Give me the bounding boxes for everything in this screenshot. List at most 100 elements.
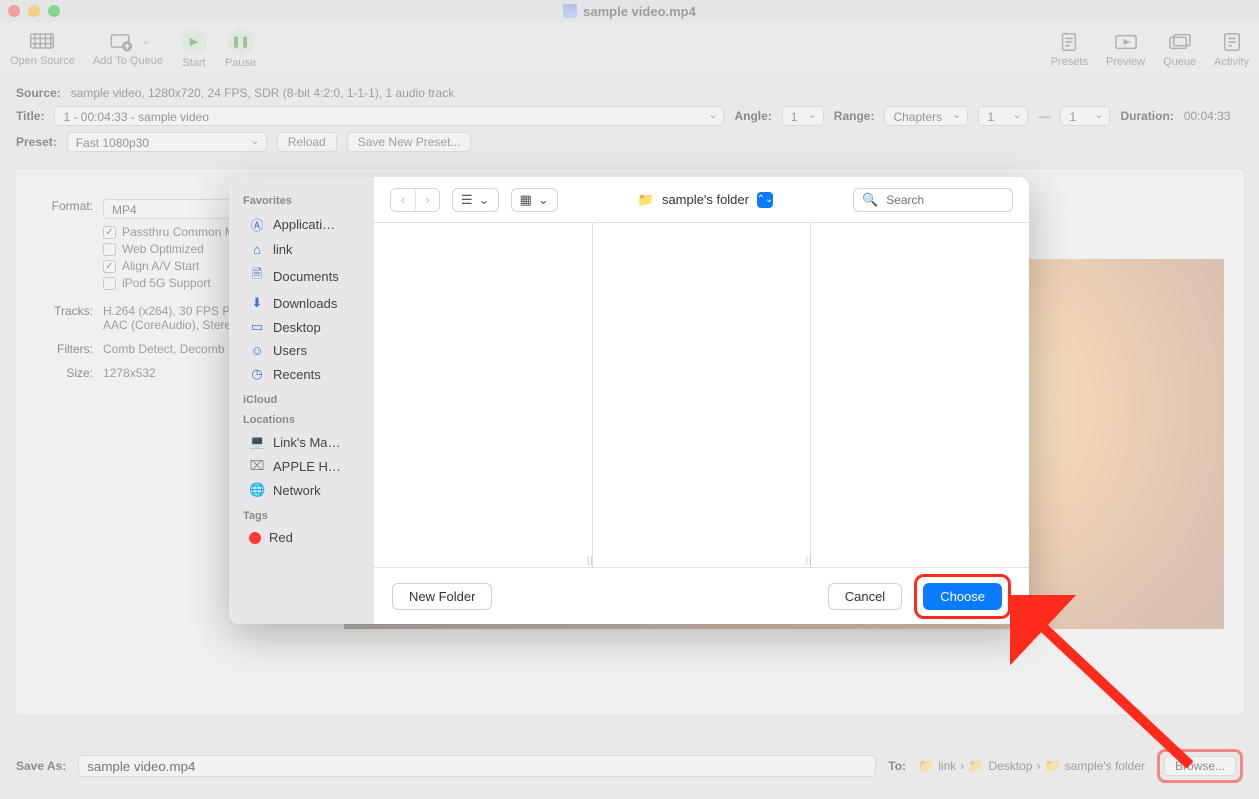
filters-value: Comb Detect, Decomb <box>103 342 224 356</box>
nav-back-button[interactable]: ‹ <box>391 189 415 211</box>
main-toolbar: Open Source ⌄ Add To Queue ▶ Start ❚❚ Pa… <box>0 22 1259 76</box>
file-column[interactable]: || <box>374 223 593 567</box>
save-preset-button[interactable]: Save New Preset... <box>347 132 472 152</box>
activity-button[interactable]: Activity <box>1214 30 1249 68</box>
file-column[interactable] <box>811 223 1029 567</box>
tracks-label: Tracks: <box>37 304 93 332</box>
desktop-icon: ▭ <box>249 319 265 335</box>
sidebar-header-tags: Tags <box>243 510 374 522</box>
sidebar-item-documents[interactable]: 🗎Documents <box>243 261 374 291</box>
chevron-down-icon: ⌄ <box>479 192 490 208</box>
cancel-button[interactable]: Cancel <box>828 583 902 610</box>
format-label: Format: <box>37 199 93 219</box>
sidebar-item-recents[interactable]: ◷Recents <box>243 362 374 386</box>
drive-icon: ⌧ <box>249 458 265 474</box>
title-label: Title: <box>16 109 44 123</box>
search-icon: 🔍 <box>862 192 878 208</box>
film-reel-icon <box>26 29 58 53</box>
close-window-button[interactable] <box>8 5 20 17</box>
file-chooser-footer: New Folder Cancel Choose <box>374 568 1029 624</box>
chevron-down-icon[interactable]: ⌄ <box>141 34 150 47</box>
size-value: 1278x532 <box>103 366 156 380</box>
laptop-icon: 💻 <box>249 434 265 450</box>
tracks-value-2: AAC (CoreAudio), Stereo <box>103 318 246 332</box>
app-icon: Ⓐ <box>249 215 265 234</box>
presets-icon <box>1053 30 1085 54</box>
queue-icon <box>1164 30 1196 54</box>
duration-value: 00:04:33 <box>1184 109 1231 123</box>
file-column[interactable]: || <box>593 223 812 567</box>
folder-icon: 📁 <box>918 758 934 774</box>
columns-icon: ☰ <box>461 192 473 208</box>
window-title: sample video.mp4 <box>0 4 1259 19</box>
sidebar-item-tag-red[interactable]: Red <box>243 526 374 549</box>
presets-button[interactable]: Presets <box>1051 30 1088 68</box>
minimize-window-button[interactable] <box>28 5 40 17</box>
choose-button[interactable]: Choose <box>923 583 1002 610</box>
chevron-down-icon: ⌄ <box>538 192 549 208</box>
add-to-queue-button[interactable]: ⌄ Add To Queue <box>93 29 163 69</box>
source-label: Source: <box>16 86 61 100</box>
queue-button[interactable]: Queue <box>1163 30 1196 68</box>
angle-select[interactable]: 1 <box>782 106 824 126</box>
info-area: Source: sample video, 1280x720, 24 FPS, … <box>0 76 1259 162</box>
file-chooser-toolbar: ‹ › ☰⌄ ▦⌄ 📁 sample's folder ⌃⌄ <box>374 177 1029 223</box>
view-columns-button[interactable]: ☰⌄ <box>452 188 499 212</box>
range-label: Range: <box>834 109 875 123</box>
preview-button[interactable]: Preview <box>1106 30 1145 68</box>
pause-icon: ❚❚ <box>228 29 254 55</box>
globe-icon: 🌐 <box>249 482 265 498</box>
search-field[interactable]: 🔍 <box>853 188 1013 212</box>
fullscreen-window-button[interactable] <box>48 5 60 17</box>
destination-breadcrumb[interactable]: 📁link› 📁Desktop› 📁sample's folder <box>918 758 1145 774</box>
source-value: sample video, 1280x720, 24 FPS, SDR (8-b… <box>71 86 455 100</box>
pause-button[interactable]: ❚❚ Pause <box>225 29 256 69</box>
dropdown-caret-icon: ⌃⌄ <box>757 192 773 208</box>
sidebar-item-downloads[interactable]: ⬇Downloads <box>243 291 374 315</box>
nav-forward-button[interactable]: › <box>415 189 439 211</box>
queue-add-icon <box>105 29 137 53</box>
reload-button[interactable]: Reload <box>277 132 337 152</box>
saveas-input[interactable] <box>78 755 876 777</box>
sidebar-item-applications[interactable]: ⒶApplicati… <box>243 211 374 238</box>
traffic-lights <box>8 5 60 17</box>
titlebar: sample video.mp4 <box>0 0 1259 22</box>
range-dash: — <box>1038 109 1050 123</box>
grid-icon: ▦ <box>520 192 532 208</box>
to-label: To: <box>888 759 906 773</box>
start-button[interactable]: ▶ Start <box>181 29 207 69</box>
preset-label: Preset: <box>16 135 57 149</box>
sidebar-header-locations: Locations <box>243 414 374 426</box>
download-icon: ⬇ <box>249 295 265 311</box>
checkbox-unchecked-icon <box>103 277 116 290</box>
checkbox-unchecked-icon <box>103 243 116 256</box>
location-dropdown[interactable]: 📁 sample's folder ⌃⌄ <box>630 188 781 212</box>
browse-highlight: Browse... <box>1157 749 1243 783</box>
clock-icon: ◷ <box>249 366 265 382</box>
filters-label: Filters: <box>37 342 93 356</box>
choose-highlight: Choose <box>914 574 1011 619</box>
sidebar-item-network[interactable]: 🌐Network <box>243 478 374 502</box>
sidebar-item-apple-hdd[interactable]: ⌧APPLE H… <box>243 454 374 478</box>
search-input[interactable] <box>884 192 1004 208</box>
sidebar-item-link[interactable]: ⌂link <box>243 238 374 261</box>
range-to-select[interactable]: 1 <box>1060 106 1110 126</box>
range-type-select[interactable]: Chapters <box>884 106 968 126</box>
sidebar-item-users[interactable]: ☺Users <box>243 339 374 362</box>
preset-select[interactable]: Fast 1080p30 <box>67 132 267 152</box>
range-from-select[interactable]: 1 <box>978 106 1028 126</box>
browse-button[interactable]: Browse... <box>1164 756 1236 776</box>
sidebar-item-links-mac[interactable]: 💻Link's Ma… <box>243 430 374 454</box>
view-options-button[interactable]: ▦⌄ <box>511 188 558 212</box>
document-icon: 🗎 <box>249 265 265 287</box>
file-chooser-sidebar: Favorites ⒶApplicati… ⌂link 🗎Documents ⬇… <box>229 177 374 624</box>
tag-red-icon <box>249 532 261 544</box>
new-folder-button[interactable]: New Folder <box>392 583 492 610</box>
sidebar-item-desktop[interactable]: ▭Desktop <box>243 315 374 339</box>
sidebar-header-favorites: Favorites <box>243 195 374 207</box>
checkbox-checked-icon: ✓ <box>103 260 116 273</box>
open-source-button[interactable]: Open Source <box>10 29 75 69</box>
title-select[interactable]: 1 - 00:04:33 - sample video <box>54 106 724 126</box>
users-icon: ☺ <box>249 343 265 358</box>
home-icon: ⌂ <box>249 242 265 257</box>
